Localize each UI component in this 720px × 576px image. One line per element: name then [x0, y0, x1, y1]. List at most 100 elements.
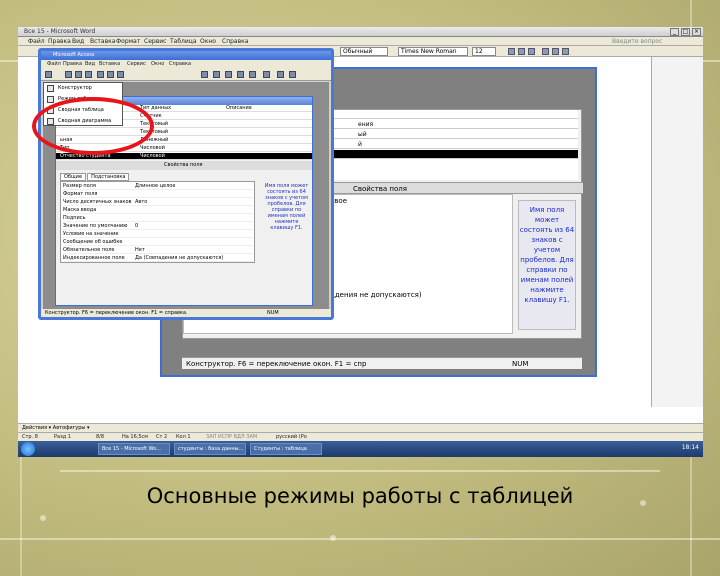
- word-titlebar: Все 15 - Microsoft Word _ □ ×: [18, 27, 703, 37]
- property-row[interactable]: Обязательное поле Нет: [63, 247, 253, 254]
- align-right-icon[interactable]: [562, 48, 569, 55]
- menu-view[interactable]: Вид: [72, 38, 84, 45]
- access-inner-window: Microsoft Access Файл Правка Вид Вставка…: [38, 48, 334, 320]
- property-row[interactable]: Индексированное поле Да (Совпадения не до…: [63, 255, 253, 262]
- property-row[interactable]: Условие на значение: [63, 231, 253, 238]
- property-row[interactable]: Размер поля Длинное целое: [63, 183, 253, 190]
- property-row[interactable]: Сообщение об ошибке: [63, 239, 253, 246]
- taskbar-clock: 18:14: [681, 444, 699, 451]
- status-page: Стр. 8: [22, 434, 38, 440]
- menu-table[interactable]: Таблица: [170, 38, 197, 45]
- draw-actions-button[interactable]: Действия ▾ Автофигуры ▾: [22, 425, 89, 431]
- taskbar-item-word[interactable]: Все 15 - Microsoft Wo...: [98, 443, 170, 455]
- tab-general[interactable]: Общие: [60, 173, 87, 181]
- insert-rows-icon[interactable]: [225, 71, 232, 78]
- word-statusbar: Стр. 8 Разд 1 8/8 На 16,5см Ст 2 Кол 1 З…: [18, 432, 703, 441]
- copy-icon[interactable]: [107, 71, 114, 78]
- table-row[interactable]: ый: [328, 130, 578, 139]
- decor-line: [20, 440, 22, 576]
- status-text: Конструктор. F6 = переключение окон. F1 …: [45, 310, 188, 316]
- cut-icon[interactable]: [97, 71, 104, 78]
- preview-icon[interactable]: [85, 71, 92, 78]
- align-left-icon[interactable]: [542, 48, 549, 55]
- maximize-icon[interactable]: □: [681, 28, 690, 36]
- access-statusbar: Конструктор. F6 = переключение окон. F1 …: [41, 309, 331, 317]
- table-row[interactable]: ения: [328, 120, 578, 129]
- new-object-icon[interactable]: [289, 71, 296, 78]
- indexes-icon[interactable]: [213, 71, 220, 78]
- access-outer-statusbar: Конструктор. F6 = переключение окон. F1 …: [182, 357, 582, 369]
- print-icon[interactable]: [75, 71, 82, 78]
- field-properties-header: Свойства поля: [56, 161, 312, 170]
- minimize-icon[interactable]: _: [670, 28, 679, 36]
- delete-rows-icon[interactable]: [237, 71, 244, 78]
- access-title: Microsoft Access: [53, 52, 95, 58]
- database-window-icon[interactable]: [277, 71, 284, 78]
- property-row[interactable]: Число десятичных знаков Авто: [63, 199, 253, 206]
- menu-window[interactable]: Окно: [200, 38, 216, 45]
- paste-icon[interactable]: [117, 71, 124, 78]
- access-menu-file[interactable]: Файл: [47, 61, 61, 67]
- properties-tabs: Общие Подстановка: [60, 173, 130, 181]
- align-center-icon[interactable]: [552, 48, 559, 55]
- access-menu-insert[interactable]: Вставка: [99, 61, 120, 67]
- save-icon[interactable]: [65, 71, 72, 78]
- build-icon[interactable]: [263, 71, 270, 78]
- decor-line: [60, 470, 660, 472]
- size-combo[interactable]: 12: [472, 47, 496, 56]
- bold-icon[interactable]: [508, 48, 515, 55]
- decor-line: [0, 538, 720, 540]
- word-scrollbar[interactable]: [651, 57, 703, 407]
- decor-dot: [330, 535, 336, 541]
- properties-icon[interactable]: [249, 71, 256, 78]
- table-row-selected[interactable]: [328, 150, 578, 159]
- field-grid-outer: ения ый й: [328, 110, 578, 180]
- menu-file[interactable]: Файл: [28, 38, 45, 45]
- field-properties-list: Размер поля Длинное целое Формат поля Чис…: [60, 181, 255, 263]
- menu-insert[interactable]: Вставка: [90, 38, 115, 45]
- style-combo[interactable]: Обычный: [340, 47, 388, 56]
- field-hint-panel: Имя поля может состоять из 64 знаков с у…: [518, 200, 576, 330]
- status-text: Конструктор. F6 = переключение окон. F1 …: [186, 360, 367, 368]
- taskbar-item-table[interactable]: Студенты : таблица: [250, 443, 322, 455]
- status-line: Ст 2: [156, 434, 168, 440]
- italic-icon[interactable]: [518, 48, 525, 55]
- taskbar-item-access-db[interactable]: студенты : база данны...: [174, 443, 246, 455]
- access-menu-edit[interactable]: Правка: [63, 61, 82, 67]
- word-title: Все 15 - Microsoft Word: [24, 28, 96, 35]
- menu-edit[interactable]: Правка: [48, 38, 71, 45]
- access-menu-tools[interactable]: Сервис: [127, 61, 146, 67]
- font-combo[interactable]: Times New Roman: [398, 47, 468, 56]
- slide-caption: Основные режимы работы с таблицей: [146, 484, 574, 508]
- table-row[interactable]: [328, 110, 578, 119]
- access-menu-window[interactable]: Окно: [151, 61, 164, 67]
- field-properties-title: Свойства поля: [353, 185, 407, 193]
- field-properties-title: Свойства поля: [164, 162, 203, 168]
- primary-key-icon[interactable]: [201, 71, 208, 78]
- field-hint-text: Имя поля может состоять из 64 знаков с у…: [519, 206, 575, 304]
- help-search-input[interactable]: Введите вопрос: [612, 38, 662, 45]
- access-menu-view[interactable]: Вид: [85, 61, 95, 67]
- status-position: На 16,5см: [122, 434, 149, 440]
- datasheet-view-icon: [47, 96, 54, 103]
- menu-item-design-view[interactable]: Конструктор: [44, 83, 122, 94]
- property-value[interactable]: ддения не допускаются): [330, 291, 422, 299]
- view-button-icon[interactable]: [45, 71, 52, 78]
- drawing-toolbar: Действия ▾ Автофигуры ▾: [18, 423, 703, 432]
- tab-lookup[interactable]: Подстановка: [87, 173, 130, 181]
- table-row[interactable]: й: [328, 140, 578, 149]
- menu-tools[interactable]: Сервис: [144, 38, 166, 45]
- screenshot: Все 15 - Microsoft Word _ □ × Файл Правк…: [18, 27, 703, 457]
- menu-help[interactable]: Справка: [222, 38, 248, 45]
- start-button-icon[interactable]: [21, 442, 35, 456]
- property-row[interactable]: Формат поля: [63, 191, 253, 198]
- access-menu-help[interactable]: Справка: [169, 61, 191, 67]
- column-header-description: Описание: [226, 105, 252, 111]
- property-row[interactable]: Маска ввода: [63, 207, 253, 214]
- property-row[interactable]: Подпись: [63, 215, 253, 222]
- menu-format[interactable]: Формат: [116, 38, 140, 45]
- close-icon[interactable]: ×: [692, 28, 701, 36]
- num-indicator: NUM: [267, 310, 279, 316]
- property-row[interactable]: Значение по умолчанию 0: [63, 223, 253, 230]
- underline-icon[interactable]: [528, 48, 535, 55]
